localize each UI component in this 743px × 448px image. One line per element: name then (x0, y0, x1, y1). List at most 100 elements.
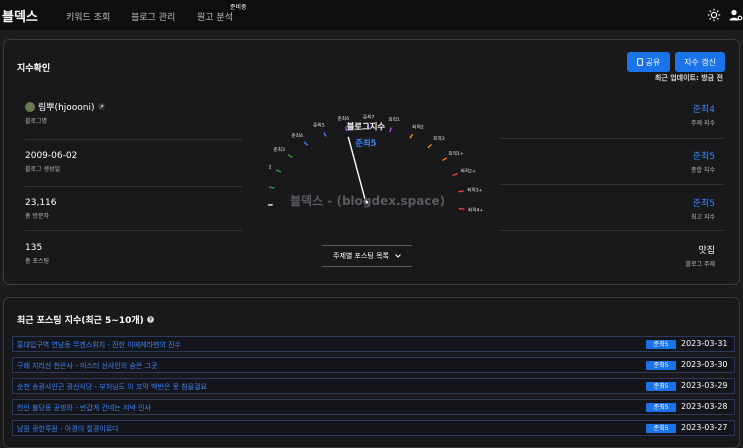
recent-posts-title-wrap: 최근 포스팅 지수(최근 5~10개) ? (17, 313, 154, 326)
visitors-row: 23,116 총 방문자 (25, 198, 57, 220)
overall-index-value: 준최5 (692, 152, 715, 162)
post-row[interactable]: 순천 송광사인근 광신식당 - 부처님도 이 꼬막 백반은 못 참을걸요 준최5 2… (12, 378, 735, 394)
divider (500, 138, 724, 139)
chevron-down-icon (395, 254, 401, 258)
coming-soon-badge: 준비중 (230, 4, 247, 11)
divider (25, 230, 242, 231)
gauge-tick-label: 최적4+ (468, 207, 484, 214)
topic-posts-dropdown[interactable]: 주제별 포스팅 목록 (322, 245, 412, 267)
post-title[interactable]: 구례 지리산 천은사 - 미스터 선샤인의 숨은 그곳 (17, 361, 157, 371)
post-title[interactable]: 순천 송광사인근 광신식당 - 부처님도 이 꼬막 백반은 못 참을걸요 (17, 382, 207, 392)
watermark: 블덱스 - (blogdex.space) (290, 194, 446, 208)
external-link-icon[interactable] (98, 103, 105, 110)
brand-logo[interactable]: 블덱스 (2, 6, 38, 25)
topic-index-row: 준최4 주제 지수 (691, 102, 715, 127)
post-date: 2023-03-27 (681, 423, 728, 432)
nav-keyword-search[interactable]: 키워드 조회 (66, 10, 110, 23)
post-title[interactable]: 홍대입구역 연남동 무겐스위치 - 진한 이에케라멘의 진수 (17, 340, 181, 350)
gauge-tick-label: 최적3 (433, 135, 445, 142)
overall-index-row: 준최5 종합 지수 (691, 149, 715, 174)
index-card: 지수확인 공유 지수 갱신 최근 업데이트: 방금 전 림뿌(hjoooni) … (3, 39, 740, 285)
topic-index-label: 주제 지수 (691, 120, 715, 127)
gauge-tick (268, 186, 275, 189)
visitors-value: 23,116 (25, 198, 57, 208)
help-icon[interactable]: ? (146, 316, 154, 323)
divider (25, 186, 242, 187)
post-index-badge: 준최5 (646, 403, 676, 412)
recent-posts-title: 최근 포스팅 지수(최근 5~10개) (17, 316, 144, 326)
posts-count-row: 135 총 포스팅 (25, 243, 49, 265)
refresh-index-button[interactable]: 지수 갱신 (675, 52, 725, 72)
gauge-tick-label: 준최4 (291, 132, 303, 139)
max-index-row: 준최5 최고 지수 (691, 196, 715, 221)
divider (500, 184, 724, 185)
blog-topic-label: 블로그 주제 (685, 261, 715, 268)
topic-index-value: 준최4 (692, 105, 715, 115)
blog-name-label: 블로그명 (25, 118, 48, 125)
divider (25, 139, 242, 140)
post-date: 2023-03-30 (681, 360, 728, 369)
blog-topic-value: 맛집 (698, 246, 715, 256)
recent-posts-card: 최근 포스팅 지수(최근 5~10개) ? 홍대입구역 연남동 무겐스위치 - … (3, 297, 740, 448)
avatar (25, 101, 35, 112)
share-button-label: 공유 (645, 57, 661, 67)
post-index-badge: 준최5 (646, 382, 676, 391)
dropdown-label: 주제별 포스팅 목록 (333, 252, 389, 260)
post-index-badge: 준최5 (646, 424, 676, 433)
blog-topic-row: 맛집 블로그 주제 (685, 243, 715, 268)
gauge-tick (275, 169, 282, 173)
index-card-title: 지수확인 (17, 64, 51, 74)
gauge-tick-label: 최적1+ (448, 150, 464, 157)
gauge-tick (287, 154, 293, 158)
gauge-tick-label: 최적2 (412, 123, 424, 130)
gauge-tick (458, 190, 464, 193)
gauge-tick-label: 준최7 (363, 113, 375, 120)
gauge-tick-label: 준최2 (268, 163, 272, 170)
post-date: 2023-03-29 (681, 381, 728, 390)
posts-count-value: 135 (25, 243, 43, 253)
post-title[interactable]: 천안 불당동 공방와 - 반갑게 건네는 저녁 인사 (17, 403, 151, 413)
gauge-tick (303, 141, 309, 146)
max-index-label: 최고 지수 (691, 214, 715, 221)
post-title[interactable]: 남원 광한루원 - 아경이 절경이로다 (17, 424, 119, 434)
post-index-badge: 준최5 (646, 361, 676, 370)
gauge-title: 블로그지수 (347, 121, 386, 131)
gauge-tick (441, 157, 448, 162)
gauge-tick (427, 144, 432, 149)
visitors-label: 총 방문자 (25, 213, 49, 220)
posts-count-label: 총 포스팅 (25, 258, 49, 265)
gauge-tick (409, 133, 414, 139)
divider (500, 230, 724, 231)
svg-text:?: ? (149, 317, 152, 323)
gauge-value: 준최5 (355, 138, 376, 148)
gauge-tick-label: 준최3 (273, 146, 285, 153)
post-row[interactable]: 천안 불당동 공방와 - 반갑게 건네는 저녁 인사 준최5 2023-03-28 (12, 399, 735, 415)
blog-name-value: 림뿌(hjoooni) (38, 103, 95, 113)
post-row[interactable]: 남원 광한루원 - 아경이 절경이로다 준최5 2023-03-27 (12, 420, 735, 436)
created-date-label: 블로그 생성일 (25, 166, 61, 173)
gauge-tick-label: 최적1 (388, 116, 400, 123)
post-index-badge: 준최5 (646, 340, 676, 349)
post-row[interactable]: 홍대입구역 연남동 무겐스위치 - 진한 이에케라멘의 진수 준최5 2023-03… (12, 336, 735, 352)
post-date: 2023-03-31 (681, 339, 728, 348)
overall-index-label: 종합 지수 (691, 167, 715, 174)
sun-icon[interactable] (707, 8, 721, 22)
created-date-value: 2009-06-02 (25, 151, 78, 161)
gauge-tick-label: 최적2+ (460, 167, 476, 174)
nav-draft-analysis[interactable]: 원고 분석 (197, 10, 233, 23)
user-gear-icon[interactable] (729, 8, 743, 22)
gauge-tick (323, 132, 327, 137)
post-date: 2023-03-28 (681, 402, 728, 411)
update-note: 최근 업데이트: 방금 전 (654, 74, 723, 82)
gauge-tick (452, 173, 458, 176)
top-navbar: 블덱스 키워드 조회 블로그 관리 원고 분석 준비중 (0, 0, 743, 30)
share-icon (636, 58, 643, 66)
post-row[interactable]: 구례 지리산 천은사 - 미스터 선샤인의 숨은 그곳 준최5 2023-03-30 (12, 357, 735, 373)
share-button[interactable]: 공유 (627, 52, 670, 72)
gauge-tick (389, 127, 392, 133)
nav-blog-manage[interactable]: 블로그 관리 (131, 10, 175, 23)
gauge-tick-label: 최적3+ (467, 187, 483, 194)
max-index-value: 준최5 (692, 199, 715, 209)
blog-name-row: 림뿌(hjoooni) 블로그명 (25, 100, 105, 125)
created-date-row: 2009-06-02 블로그 생성일 (25, 151, 77, 173)
